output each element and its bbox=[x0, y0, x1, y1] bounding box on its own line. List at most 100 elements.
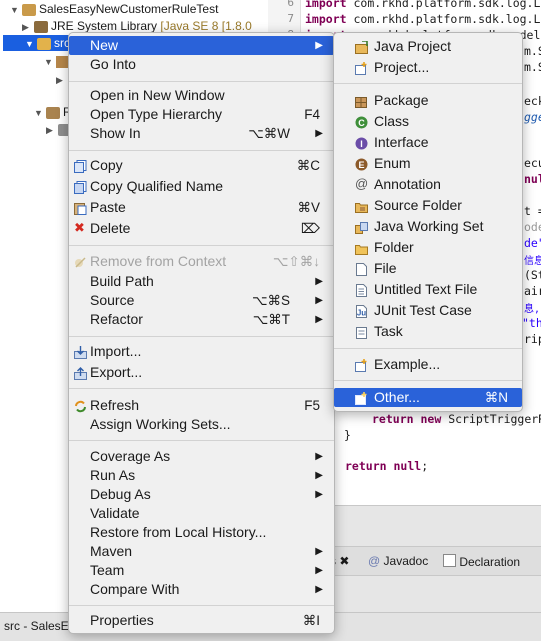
submenu-item-project[interactable]: Project... bbox=[334, 58, 522, 77]
menu-item-source[interactable]: Source ⌥⌘S ▶ bbox=[69, 291, 334, 310]
referenced-libraries-icon bbox=[46, 106, 60, 119]
menu-item-team[interactable]: Team ▶ bbox=[69, 561, 334, 580]
menu-item-run-as[interactable]: Run As ▶ bbox=[69, 466, 334, 485]
declaration-icon bbox=[443, 554, 456, 567]
menu-item-paste[interactable]: Paste ⌘V bbox=[69, 198, 334, 217]
menu-item-delete[interactable]: ✖ Delete ⌦ bbox=[69, 219, 334, 238]
copy-icon bbox=[74, 159, 87, 173]
submenu-item-untitled-text-file[interactable]: Untitled Text File bbox=[334, 280, 522, 299]
code-fragment: 息, bbox=[524, 304, 541, 315]
tab-javadoc[interactable]: @ Javadoc bbox=[368, 554, 428, 568]
refresh-icon bbox=[74, 399, 87, 413]
import-icon bbox=[74, 345, 87, 359]
submenu-item-source-folder[interactable]: Source Folder bbox=[334, 196, 522, 215]
code-line: return new ScriptTriggerRe bbox=[372, 412, 541, 426]
other-wizard-icon bbox=[355, 391, 368, 405]
example-icon bbox=[355, 358, 368, 372]
menu-item-build-path[interactable]: Build Path ▶ bbox=[69, 272, 334, 291]
code-fragment: gge bbox=[524, 110, 541, 124]
submenu-arrow-icon: ▶ bbox=[315, 314, 323, 325]
submenu-arrow-icon: ▶ bbox=[315, 295, 323, 306]
menu-item-copy-qualified-name[interactable]: Copy Qualified Name bbox=[69, 177, 334, 196]
menu-item-refactor[interactable]: Refactor ⌥⌘T ▶ bbox=[69, 310, 334, 329]
code-fragment: t = bbox=[524, 204, 541, 218]
submenu-item-class[interactable]: C Class bbox=[334, 112, 522, 131]
menu-separator bbox=[69, 440, 334, 441]
menu-item-import[interactable]: Import... bbox=[69, 342, 334, 361]
menu-item-validate[interactable]: Validate bbox=[69, 504, 334, 523]
collapse-chevron-icon[interactable]: ▼ bbox=[44, 54, 56, 70]
menu-item-copy[interactable]: Copy ⌘C bbox=[69, 156, 334, 175]
submenu-item-example[interactable]: Example... bbox=[334, 355, 522, 374]
file-icon bbox=[355, 262, 368, 276]
submenu-item-other[interactable]: Other... ⌘N bbox=[334, 388, 522, 407]
interface-icon: I bbox=[355, 136, 368, 150]
expand-chevron-icon[interactable]: ▶ bbox=[46, 122, 58, 138]
new-submenu: Java Project Project... Package C Class … bbox=[333, 32, 523, 412]
expand-chevron-icon[interactable]: ▶ bbox=[56, 72, 68, 88]
library-icon bbox=[34, 20, 48, 33]
svg-text:E: E bbox=[358, 160, 364, 170]
folder-icon bbox=[355, 241, 368, 255]
submenu-item-annotation[interactable]: @ Annotation bbox=[334, 175, 522, 194]
menu-item-open-new-window[interactable]: Open in New Window bbox=[69, 86, 334, 105]
menu-item-maven[interactable]: Maven ▶ bbox=[69, 542, 334, 561]
collapse-chevron-icon[interactable]: ▼ bbox=[34, 105, 46, 121]
svg-text:Ju: Ju bbox=[357, 309, 366, 318]
menu-item-new[interactable]: New ▶ bbox=[69, 36, 334, 55]
menu-item-remove-from-context: Remove from Context ⌥⇧⌘↓ bbox=[69, 252, 334, 271]
code-fragment: (St bbox=[524, 268, 541, 282]
code-line: return null; bbox=[345, 459, 429, 473]
package-icon bbox=[355, 94, 368, 108]
menu-item-coverage-as[interactable]: Coverage As ▶ bbox=[69, 447, 334, 466]
menu-item-go-into[interactable]: Go Into bbox=[69, 55, 334, 74]
context-menu: New ▶ Go Into Open in New Window Open Typ… bbox=[68, 32, 335, 634]
menu-item-compare-with[interactable]: Compare With ▶ bbox=[69, 580, 334, 599]
menu-item-open-type-hierarchy[interactable]: Open Type Hierarchy F4 bbox=[69, 105, 334, 124]
paste-icon bbox=[74, 201, 87, 215]
submenu-arrow-icon: ▶ bbox=[315, 40, 323, 51]
submenu-arrow-icon: ▶ bbox=[315, 451, 323, 462]
menu-item-debug-as[interactable]: Debug As ▶ bbox=[69, 485, 334, 504]
tree-item-project[interactable]: ▼ SalesEasyNewCustomerRuleTest bbox=[10, 1, 218, 17]
code-line: import com.rkhd.platform.sdk.log.Log bbox=[305, 12, 541, 26]
menu-item-show-in[interactable]: Show In ⌥⌘W ▶ bbox=[69, 124, 334, 143]
text-file-icon bbox=[355, 283, 368, 297]
close-icon[interactable]: ✖ bbox=[339, 554, 349, 568]
code-fragment: eck bbox=[524, 94, 541, 108]
svg-text:I: I bbox=[360, 139, 363, 149]
code-fragment: air bbox=[524, 284, 541, 298]
menu-separator bbox=[334, 348, 522, 349]
expand-chevron-icon[interactable]: ▶ bbox=[22, 19, 34, 35]
menu-item-properties[interactable]: Properties ⌘I bbox=[69, 611, 334, 630]
collapse-chevron-icon[interactable]: ▼ bbox=[25, 36, 37, 52]
submenu-arrow-icon: ▶ bbox=[315, 128, 323, 139]
submenu-item-task[interactable]: Task bbox=[334, 322, 522, 341]
menu-item-export[interactable]: Export... bbox=[69, 363, 334, 382]
submenu-item-java-working-set[interactable]: Java Working Set bbox=[334, 217, 522, 236]
menu-separator bbox=[69, 336, 334, 337]
submenu-item-file[interactable]: File bbox=[334, 259, 522, 278]
submenu-item-enum[interactable]: E Enum bbox=[334, 154, 522, 173]
submenu-item-folder[interactable]: Folder bbox=[334, 238, 522, 257]
collapse-chevron-icon[interactable]: ▼ bbox=[10, 2, 22, 18]
menu-separator bbox=[69, 150, 334, 151]
class-icon: C bbox=[355, 115, 368, 129]
junit-icon: Ju bbox=[355, 304, 368, 318]
menu-separator bbox=[69, 245, 334, 246]
tab-declaration[interactable]: Declaration bbox=[443, 554, 520, 569]
code-fragment: rip bbox=[524, 332, 541, 346]
annotation-icon: @ bbox=[355, 176, 369, 191]
submenu-item-package[interactable]: Package bbox=[334, 91, 522, 110]
delete-icon: ✖ bbox=[74, 220, 85, 235]
submenu-arrow-icon: ▶ bbox=[315, 489, 323, 500]
submenu-item-java-project[interactable]: Java Project bbox=[334, 37, 522, 56]
submenu-arrow-icon: ▶ bbox=[315, 276, 323, 287]
submenu-item-junit-test-case[interactable]: Ju JUnit Test Case bbox=[334, 301, 522, 320]
menu-item-restore-local-history[interactable]: Restore from Local History... bbox=[69, 523, 334, 542]
menu-item-refresh[interactable]: Refresh F5 bbox=[69, 396, 334, 415]
submenu-arrow-icon: ▶ bbox=[315, 470, 323, 481]
submenu-item-interface[interactable]: I Interface bbox=[334, 133, 522, 152]
menu-item-assign-working-sets[interactable]: Assign Working Sets... bbox=[69, 415, 334, 434]
code-line: } bbox=[344, 428, 351, 442]
